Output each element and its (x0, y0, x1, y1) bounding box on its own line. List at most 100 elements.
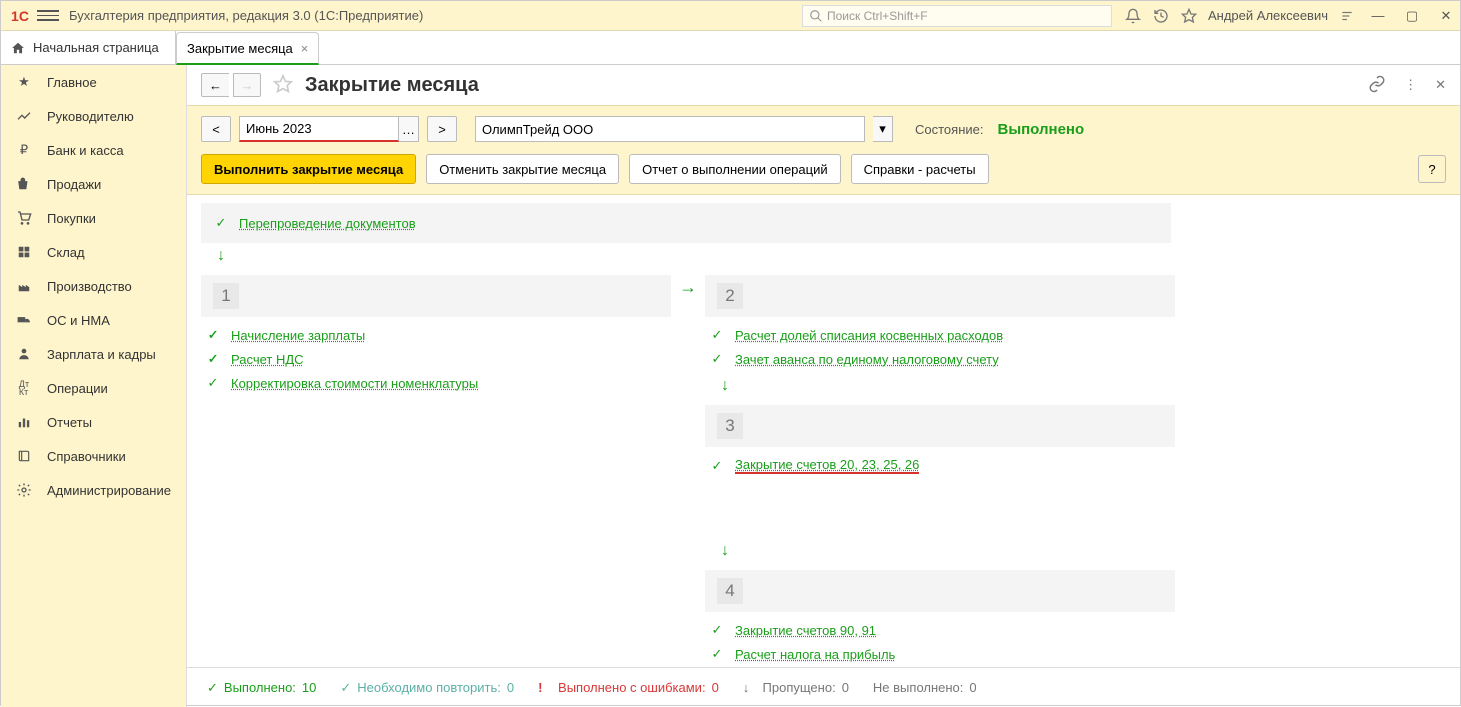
status-not-done: Не выполнено: 0 (873, 680, 977, 695)
status-bar: ✓ Выполнено: 10 ✓ Необходимо повторить: … (187, 667, 1460, 707)
run-closing-button[interactable]: Выполнить закрытие месяца (201, 154, 416, 184)
menu-icon[interactable] (37, 5, 59, 27)
favorite-star-icon[interactable] (273, 74, 293, 97)
sidebar-item-main[interactable]: ★Главное (1, 65, 186, 99)
arrow-down-icon: ↓ (213, 243, 1446, 269)
link-icon[interactable] (1368, 75, 1386, 96)
check-icon: ✓ (709, 458, 725, 474)
arrow-down-icon: ↓ (717, 538, 1175, 564)
op-advance-offset-link[interactable]: Зачет аванса по единому налоговому счету (735, 352, 999, 367)
check-icon: ✓ (709, 351, 725, 367)
op-indirect-costs-link[interactable]: Расчет долей списания косвенных расходов (735, 328, 1003, 343)
references-button[interactable]: Справки - расчеты (851, 154, 989, 184)
bars-icon (15, 413, 33, 431)
titlebar: 1C Бухгалтерия предприятия, редакция 3.0… (1, 1, 1460, 31)
tab-home-label: Начальная страница (33, 40, 159, 55)
status-done: ✓ Выполнено: 10 (207, 680, 316, 696)
close-window-icon[interactable]: ✕ (1438, 8, 1454, 24)
button-label: Отменить закрытие месяца (439, 162, 606, 177)
star-icon[interactable] (1180, 7, 1198, 25)
op-cost-correction-link[interactable]: Корректировка стоимости номенклатуры (231, 376, 478, 391)
factory-icon (15, 277, 33, 295)
nav-back-button[interactable]: ← (201, 73, 229, 97)
step-number: 4 (717, 578, 743, 604)
sidebar-label: Операции (47, 381, 108, 396)
dtkt-icon: ДтКт (15, 379, 33, 397)
settings-icon[interactable] (1338, 7, 1356, 25)
step-number: 2 (717, 283, 743, 309)
op-vat-link[interactable]: Расчет НДС (231, 352, 304, 367)
status-retry: ✓ Необходимо повторить: 0 (340, 680, 514, 696)
button-label: Справки - расчеты (864, 162, 976, 177)
sidebar-item-bank[interactable]: ₽Банк и касса (1, 133, 186, 167)
op-close-90-91-link[interactable]: Закрытие счетов 90, 91 (735, 623, 876, 638)
more-icon[interactable]: ⋮ (1404, 77, 1417, 93)
operations-area: ✓ Перепроведение документов ↓ 1 ✓ Начисле… (187, 195, 1460, 667)
global-search-input[interactable]: Поиск Ctrl+Shift+F (802, 5, 1112, 27)
content-header: ← → Закрытие месяца ⋮ ✕ (187, 65, 1460, 105)
sidebar-label: Продажи (47, 177, 101, 192)
op-close-20-23-25-26-link[interactable]: Закрытие счетов 20, 23, 25, 26 (735, 457, 919, 474)
organization-dropdown-button[interactable]: ▾ (873, 116, 893, 142)
state-value: Выполнено (997, 121, 1084, 138)
sidebar-item-warehouse[interactable]: Склад (1, 235, 186, 269)
close-page-icon[interactable]: ✕ (1435, 77, 1446, 93)
tab-home[interactable]: Начальная страница (1, 31, 176, 64)
sidebar-item-admin[interactable]: Администрирование (1, 473, 186, 507)
op-profit-tax-link[interactable]: Расчет налога на прибыль (735, 647, 895, 662)
search-placeholder: Поиск Ctrl+Shift+F (827, 9, 928, 23)
minimize-icon[interactable]: — (1370, 8, 1386, 24)
sidebar-item-sales[interactable]: Продажи (1, 167, 186, 201)
sidebar-item-reports[interactable]: Отчеты (1, 405, 186, 439)
op-salary-link[interactable]: Начисление зарплаты (231, 328, 365, 343)
period-prev-button[interactable]: < (201, 116, 231, 142)
sidebar-item-operations[interactable]: ДтКт Операции (1, 371, 186, 405)
help-button[interactable]: ? (1418, 155, 1446, 183)
button-label: Выполнить закрытие месяца (214, 162, 403, 177)
period-next-button[interactable]: > (427, 116, 457, 142)
logo-1c-icon: 1C (7, 6, 33, 26)
sidebar-label: Зарплата и кадры (47, 347, 156, 362)
tab-closing-month[interactable]: Закрытие месяца × (176, 32, 319, 65)
period-picker-button[interactable]: … (399, 116, 419, 142)
step-number: 1 (213, 283, 239, 309)
gear-icon (15, 481, 33, 499)
sidebar-item-production[interactable]: Производство (1, 269, 186, 303)
sidebar-label: ОС и НМА (47, 313, 110, 328)
organization-select[interactable]: ОлимпТрейд ООО (475, 116, 865, 142)
sidebar-item-hr[interactable]: Зарплата и кадры (1, 337, 186, 371)
bell-icon[interactable] (1124, 7, 1142, 25)
maximize-icon[interactable]: ▢ (1404, 8, 1420, 24)
app-title: Бухгалтерия предприятия, редакция 3.0 (1… (69, 8, 423, 23)
sidebar-label: Банк и касса (47, 143, 124, 158)
check-icon: ✓ (213, 215, 229, 231)
check-double-icon: ✓ (205, 351, 221, 367)
sidebar-item-catalogs[interactable]: Справочники (1, 439, 186, 473)
check-icon: ✓ (205, 375, 221, 391)
cancel-closing-button[interactable]: Отменить закрытие месяца (426, 154, 619, 184)
sidebar-item-assets[interactable]: ОС и НМА (1, 303, 186, 337)
execution-report-button[interactable]: Отчет о выполнении операций (629, 154, 841, 184)
arrow-down-icon: ↓ (717, 373, 1175, 399)
tabbar: Начальная страница Закрытие месяца × (1, 31, 1460, 65)
sidebar-item-purchases[interactable]: Покупки (1, 201, 186, 235)
sidebar-label: Администрирование (47, 483, 171, 498)
state-label: Состояние: (915, 122, 983, 137)
period-input[interactable]: Июнь 2023 (239, 116, 399, 142)
sidebar-label: Покупки (47, 211, 96, 226)
sidebar-item-manager[interactable]: Руководителю (1, 99, 186, 133)
organization-value: ОлимпТрейд ООО (482, 122, 593, 137)
status-skipped: ↓ Пропущено: 0 (743, 680, 849, 695)
check-icon: ✓ (709, 646, 725, 662)
sidebar-label: Склад (47, 245, 85, 260)
check-icon: ✓ (709, 622, 725, 638)
button-label: Отчет о выполнении операций (642, 162, 828, 177)
username[interactable]: Андрей Алексеевич (1208, 8, 1328, 23)
cart-icon (15, 209, 33, 227)
nav-forward-button[interactable]: → (233, 73, 261, 97)
check-icon: ✓ (709, 327, 725, 343)
tab-close-icon[interactable]: × (301, 41, 309, 56)
page-title: Закрытие месяца (305, 74, 479, 97)
op-reprovod-link[interactable]: Перепроведение документов (239, 216, 416, 231)
history-icon[interactable] (1152, 7, 1170, 25)
